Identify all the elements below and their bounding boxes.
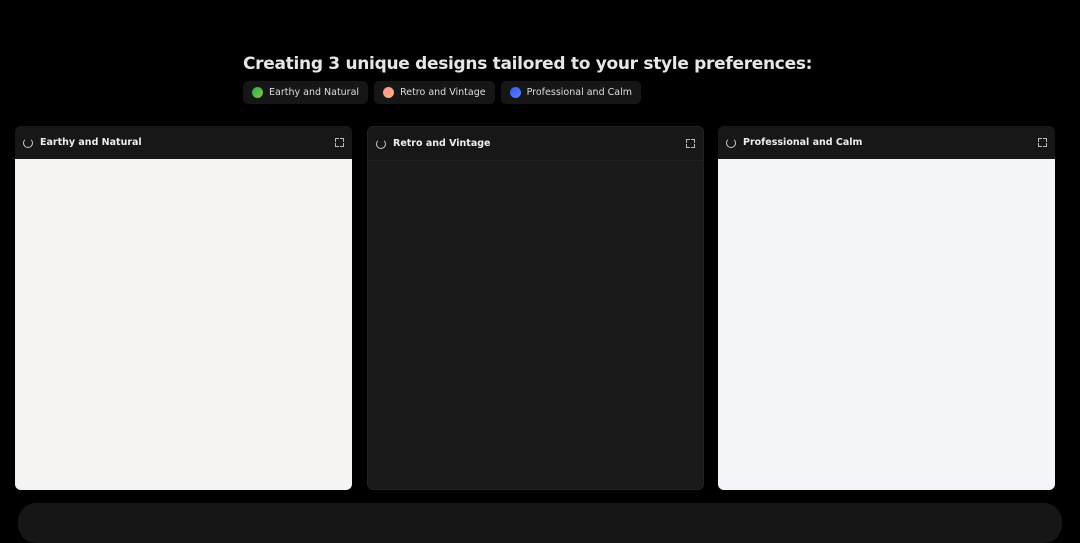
design-card-earthy: Earthy and Natural — [15, 126, 352, 490]
loading-spinner-icon — [23, 137, 33, 148]
chip-label: Professional and Calm — [526, 87, 632, 98]
color-dot-icon — [252, 87, 263, 98]
prompt-bar[interactable] — [18, 503, 1062, 543]
chip-label: Retro and Vintage — [400, 87, 486, 98]
style-chips: Earthy and Natural Retro and Vintage Pro… — [243, 81, 641, 104]
color-dot-icon — [509, 87, 521, 98]
design-preview — [15, 159, 352, 490]
card-title: Retro and Vintage — [393, 138, 491, 149]
card-title: Professional and Calm — [743, 137, 863, 148]
page-heading: Creating 3 unique designs tailored to yo… — [243, 54, 813, 74]
chip-professional-calm[interactable]: Professional and Calm — [500, 81, 641, 104]
card-title: Earthy and Natural — [40, 137, 142, 148]
expand-icon[interactable] — [686, 139, 695, 148]
chip-label: Earthy and Natural — [269, 87, 360, 98]
design-card-professional: Professional and Calm — [718, 126, 1055, 490]
chip-retro-vintage[interactable]: Retro and Vintage — [374, 81, 495, 104]
loading-spinner-icon — [726, 137, 736, 148]
design-preview — [368, 161, 703, 489]
expand-icon[interactable] — [335, 138, 344, 147]
expand-icon[interactable] — [1038, 138, 1047, 147]
card-header: Earthy and Natural — [15, 126, 352, 159]
design-card-retro: Retro and Vintage — [367, 126, 704, 490]
design-preview — [718, 159, 1055, 490]
loading-spinner-icon — [376, 138, 386, 149]
card-header: Retro and Vintage — [368, 127, 703, 161]
color-dot-icon — [383, 87, 395, 98]
card-header: Professional and Calm — [718, 126, 1055, 159]
chip-earthy-natural[interactable]: Earthy and Natural — [243, 81, 369, 104]
